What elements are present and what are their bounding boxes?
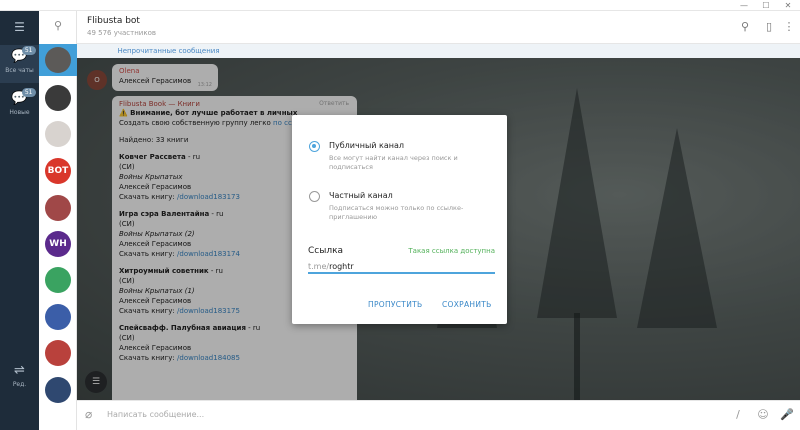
minimize-button[interactable]: — — [733, 0, 755, 11]
chat-title[interactable]: Flibusta bot — [87, 16, 140, 26]
member-count: 49 576 участников — [87, 29, 156, 37]
chat-avatar[interactable] — [45, 377, 71, 403]
sidebar-toggle-icon[interactable]: ▯ — [761, 19, 777, 35]
chat-bubble-icon: 💬 51 — [10, 88, 36, 107]
folders-sidebar: ☰ 💬 51 Все чаты 💬 51 Новые ⇌ Ред. — [0, 11, 39, 430]
microphone-icon[interactable]: 🎤 — [779, 407, 795, 423]
link-value[interactable]: roghtr — [329, 262, 354, 271]
chat-avatar[interactable] — [45, 267, 71, 293]
search-icon[interactable]: ⚲ — [39, 11, 77, 41]
link-availability-status: Такая ссылка доступна — [408, 247, 495, 255]
unread-badge: 51 — [21, 88, 36, 97]
chat-avatar[interactable] — [45, 85, 71, 111]
chat-list: ⚲ BOT WH — [39, 11, 77, 430]
channel-type-dialog: Публичный канал Все могут найти канал че… — [292, 115, 507, 324]
attach-icon[interactable]: ⌀ — [85, 407, 92, 421]
link-prefix: t.me/ — [308, 262, 330, 271]
chat-header: Flibusta bot 49 576 участников ⚲ ▯ ⋮ — [77, 11, 800, 44]
private-channel-desc: Подписаться можно только по ссылке-пригл… — [329, 204, 464, 221]
search-icon[interactable]: ⚲ — [737, 19, 753, 35]
folder-label: Ред. — [12, 381, 27, 388]
hamburger-icon[interactable]: ☰ — [0, 17, 39, 37]
chat-avatar[interactable]: BOT — [45, 158, 71, 184]
save-button[interactable]: СОХРАНИТЬ — [442, 300, 492, 309]
folder-edit[interactable]: ⇌ Ред. — [0, 361, 39, 391]
unread-messages-bar: Непрочитанные сообщения — [77, 44, 800, 58]
more-vertical-icon[interactable]: ⋮ — [781, 19, 797, 35]
chat-avatar[interactable] — [45, 121, 71, 147]
unread-badge: 51 — [21, 46, 36, 55]
public-channel-radio[interactable] — [309, 141, 320, 152]
chat-avatar[interactable] — [45, 304, 71, 330]
sliders-icon: ⇌ — [14, 363, 25, 378]
folder-all-chats[interactable]: 💬 51 Все чаты — [0, 45, 39, 83]
chat-avatar[interactable]: WH — [45, 231, 71, 257]
channel-link-input[interactable]: t.me/roghtr — [308, 260, 495, 274]
message-composer: ⌀ Написать сообщение... / ☺ 🎤 — [77, 400, 800, 430]
window-titlebar: — ☐ ✕ — [0, 0, 800, 11]
bot-commands-icon[interactable]: / — [730, 407, 746, 423]
folder-new[interactable]: 💬 51 Новые — [0, 87, 39, 125]
chat-avatar[interactable] — [45, 195, 71, 221]
maximize-button[interactable]: ☐ — [755, 0, 777, 11]
public-channel-desc: Все могут найти канал через поиск и подп… — [329, 154, 458, 171]
public-channel-title[interactable]: Публичный канал — [329, 141, 404, 150]
close-window-button[interactable]: ✕ — [777, 0, 799, 11]
private-channel-title[interactable]: Частный канал — [329, 191, 393, 200]
chat-avatar[interactable] — [45, 47, 71, 73]
message-input[interactable]: Написать сообщение... — [107, 410, 204, 419]
link-label: Ссылка — [308, 246, 344, 256]
emoji-icon[interactable]: ☺ — [755, 407, 771, 423]
skip-button[interactable]: ПРОПУСТИТЬ — [368, 300, 422, 309]
private-channel-radio[interactable] — [309, 191, 320, 202]
folder-label: Новые — [9, 109, 30, 116]
chat-avatar[interactable] — [45, 340, 71, 366]
chat-bubble-icon: 💬 51 — [10, 46, 36, 65]
folder-label: Все чаты — [5, 67, 34, 74]
